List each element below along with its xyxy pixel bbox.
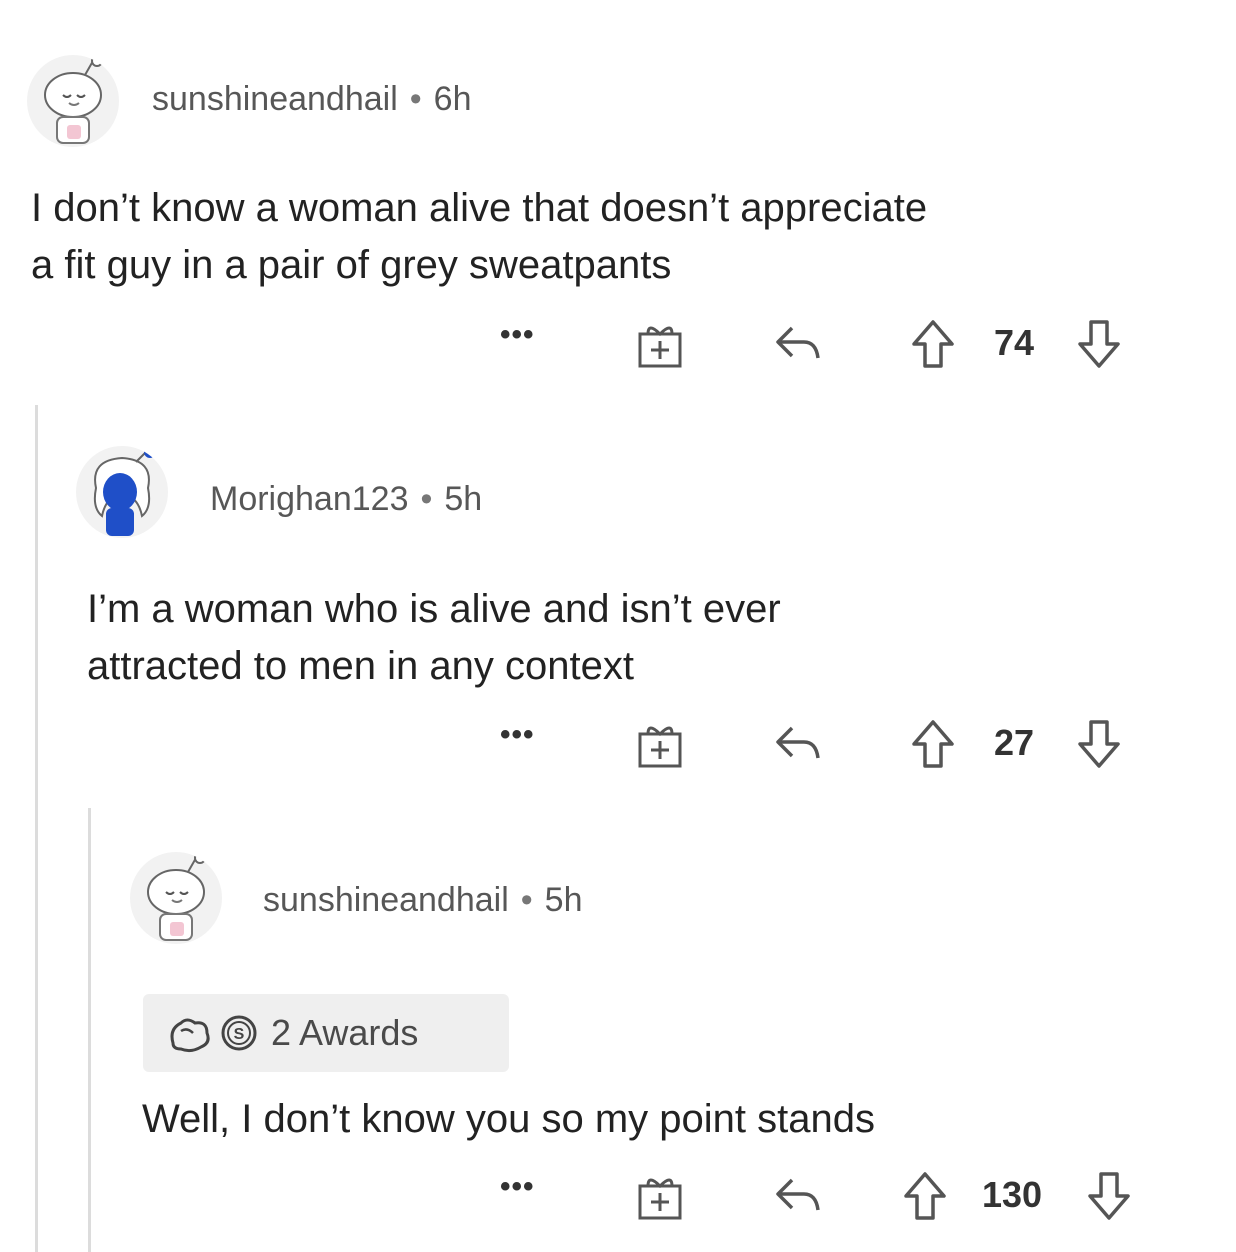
reply-icon[interactable] [770,718,824,768]
upvote-icon[interactable] [910,318,956,370]
upvote-icon[interactable] [902,1170,948,1222]
comment-meta: Morighan123 • 5h [210,480,482,519]
more-options-button[interactable]: ••• [500,718,535,752]
downvote-icon[interactable] [1076,318,1122,370]
vote-score: 27 [994,722,1035,763]
more-options-button[interactable]: ••• [500,1170,535,1204]
gift-award-icon[interactable] [634,1170,686,1222]
snoo-avatar-icon [93,446,156,536]
awards-count: 2 Awards [271,1012,419,1053]
separator-dot: • [409,80,422,118]
silver-award-icon: S [221,1015,257,1051]
reply-icon[interactable] [770,1170,824,1220]
avatar[interactable] [76,446,168,538]
comment-actions: ••• 130 [500,1170,1140,1230]
comment-body: I’m a woman who is alive and isn’t ever … [87,581,781,695]
gift-award-icon[interactable] [634,718,686,770]
comment-3: sunshineandhail • 5h S 2 Awards Well, I do… [0,800,1236,1252]
reply-icon[interactable] [770,318,824,368]
vote-score: 74 [994,322,1035,363]
separator-dot: • [420,480,433,518]
comment-2: Morighan123 • 5h I’m a woman who is alive … [0,400,1236,800]
comment-body-line: a fit guy in a pair of grey sweatpants [31,243,672,287]
username[interactable]: sunshineandhail [263,881,509,919]
avatar[interactable] [27,55,119,147]
downvote-icon[interactable] [1076,718,1122,770]
username[interactable]: Morighan123 [210,480,408,518]
comment-1: sunshineandhail • 6h I don’t know a woman … [0,0,1236,400]
comment-body-line: attracted to men in any context [87,644,634,688]
snoo-avatar-icon [147,852,206,941]
separator-dot: • [520,881,533,919]
downvote-icon[interactable] [1086,1170,1132,1222]
awards-badge[interactable]: S 2 Awards [143,994,509,1072]
comment-age: 5h [444,480,483,518]
comment-body-line: Well, I don’t know you so my point stand… [142,1097,875,1141]
comment-age: 6h [433,80,472,118]
vote-score: 130 [982,1174,1043,1215]
comment-actions: ••• 74 [500,318,1140,378]
comment-body-line: I don’t know a woman alive that doesn’t … [31,186,928,230]
comment-meta: sunshineandhail • 6h [152,80,472,119]
gift-award-icon[interactable] [634,318,686,370]
comment-age: 5h [544,881,583,919]
svg-text:S: S [234,1026,245,1043]
comment-meta: sunshineandhail • 5h [263,881,583,920]
more-options-button[interactable]: ••• [500,318,535,352]
avatar[interactable] [130,852,222,944]
snoo-avatar-icon [44,55,103,144]
comment-body: I don’t know a woman alive that doesn’t … [31,180,927,294]
username[interactable]: sunshineandhail [152,80,398,118]
comment-actions: ••• 27 [500,718,1140,778]
upvote-icon[interactable] [910,718,956,770]
comment-body-line: I’m a woman who is alive and isn’t ever [87,587,781,631]
helpful-award-icon [170,1018,210,1053]
comment-body: Well, I don’t know you so my point stand… [142,1091,875,1148]
